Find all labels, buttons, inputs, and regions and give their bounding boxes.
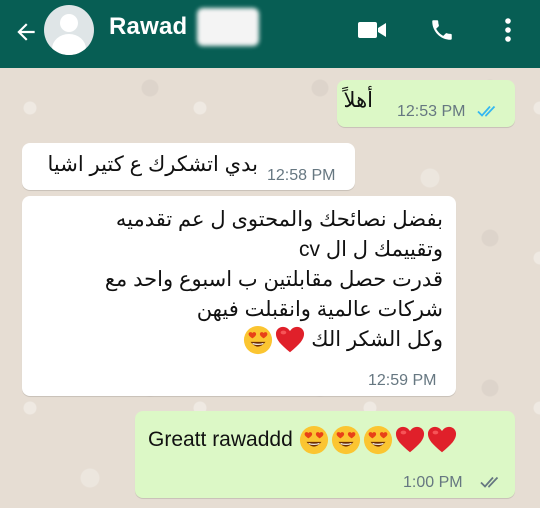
redacted-name-blur <box>197 8 259 46</box>
red-heart-emoji-icon <box>395 426 424 453</box>
delivered-double-check-icon <box>480 476 499 488</box>
message-bubble-outgoing[interactable]: Greatt rawaddd 1:00 PM <box>135 411 515 498</box>
arrow-left-icon <box>17 23 35 41</box>
message-line: قدرت حصل مقابلتين ب اسبوع واحد مع <box>104 268 443 291</box>
message-text: أهلاً <box>343 89 373 112</box>
message-time: 12:58 PM <box>267 167 336 184</box>
message-bubble-incoming[interactable]: بدي اتشكرك ع كتير اشيا 12:58 PM <box>22 143 355 190</box>
heart-eyes-emoji-icon <box>299 425 328 455</box>
more-options-button[interactable] <box>488 12 528 48</box>
red-heart-emoji-icon <box>427 426 456 453</box>
red-heart-emoji-icon <box>276 327 305 353</box>
heart-eyes-emoji-icon <box>363 425 392 455</box>
phone-icon <box>432 20 452 40</box>
message-time: 12:53 PM <box>397 103 466 120</box>
message-bubble-outgoing[interactable]: أهلاً 12:53 PM <box>337 80 515 127</box>
message-line: بفضل نصائحك والمحتوى ل عم تقدميه <box>115 208 443 231</box>
chat-header: Rawad <box>0 0 540 68</box>
voice-call-button[interactable] <box>422 12 462 48</box>
message-line: شركات عالمية وانقبلت فيهن <box>196 298 443 321</box>
message-time: 12:59 PM <box>368 372 437 389</box>
more-vertical-icon <box>505 18 511 42</box>
video-call-button[interactable] <box>352 12 392 48</box>
video-camera-icon <box>358 22 386 38</box>
message-time: 1:00 PM <box>403 474 463 491</box>
avatar[interactable] <box>44 5 94 55</box>
read-double-check-icon <box>477 105 496 117</box>
message-line: وكل الشكر الك <box>311 328 443 351</box>
contact-name[interactable]: Rawad <box>109 13 187 41</box>
message-bubble-incoming[interactable]: بفضل نصائحك والمحتوى ل عم تقدميه وتقييمك… <box>22 196 456 396</box>
heart-eyes-emoji-icon <box>244 326 273 355</box>
back-button[interactable] <box>8 14 44 50</box>
message-line: وتقييمك ل ال cv <box>299 238 443 261</box>
heart-eyes-emoji-icon <box>331 425 360 455</box>
message-text: Greatt rawaddd <box>148 428 293 451</box>
message-text: بدي اتشكرك ع كتير اشيا <box>47 153 258 176</box>
